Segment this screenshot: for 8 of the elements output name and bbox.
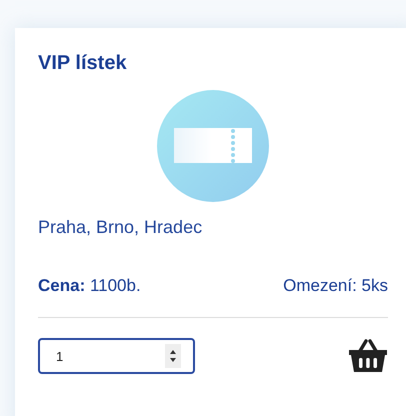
ticket-icon	[156, 89, 270, 203]
basket-icon[interactable]	[348, 339, 388, 373]
card-title: VIP lístek	[38, 51, 128, 76]
limit-text: Omezení: 5ks	[283, 276, 388, 296]
spinner-icon[interactable]	[165, 344, 181, 368]
quantity-field[interactable]: 1	[38, 338, 195, 374]
price-text: Cena: 1100b.	[38, 276, 141, 296]
location-text: Praha, Brno, Hradec	[38, 217, 204, 238]
